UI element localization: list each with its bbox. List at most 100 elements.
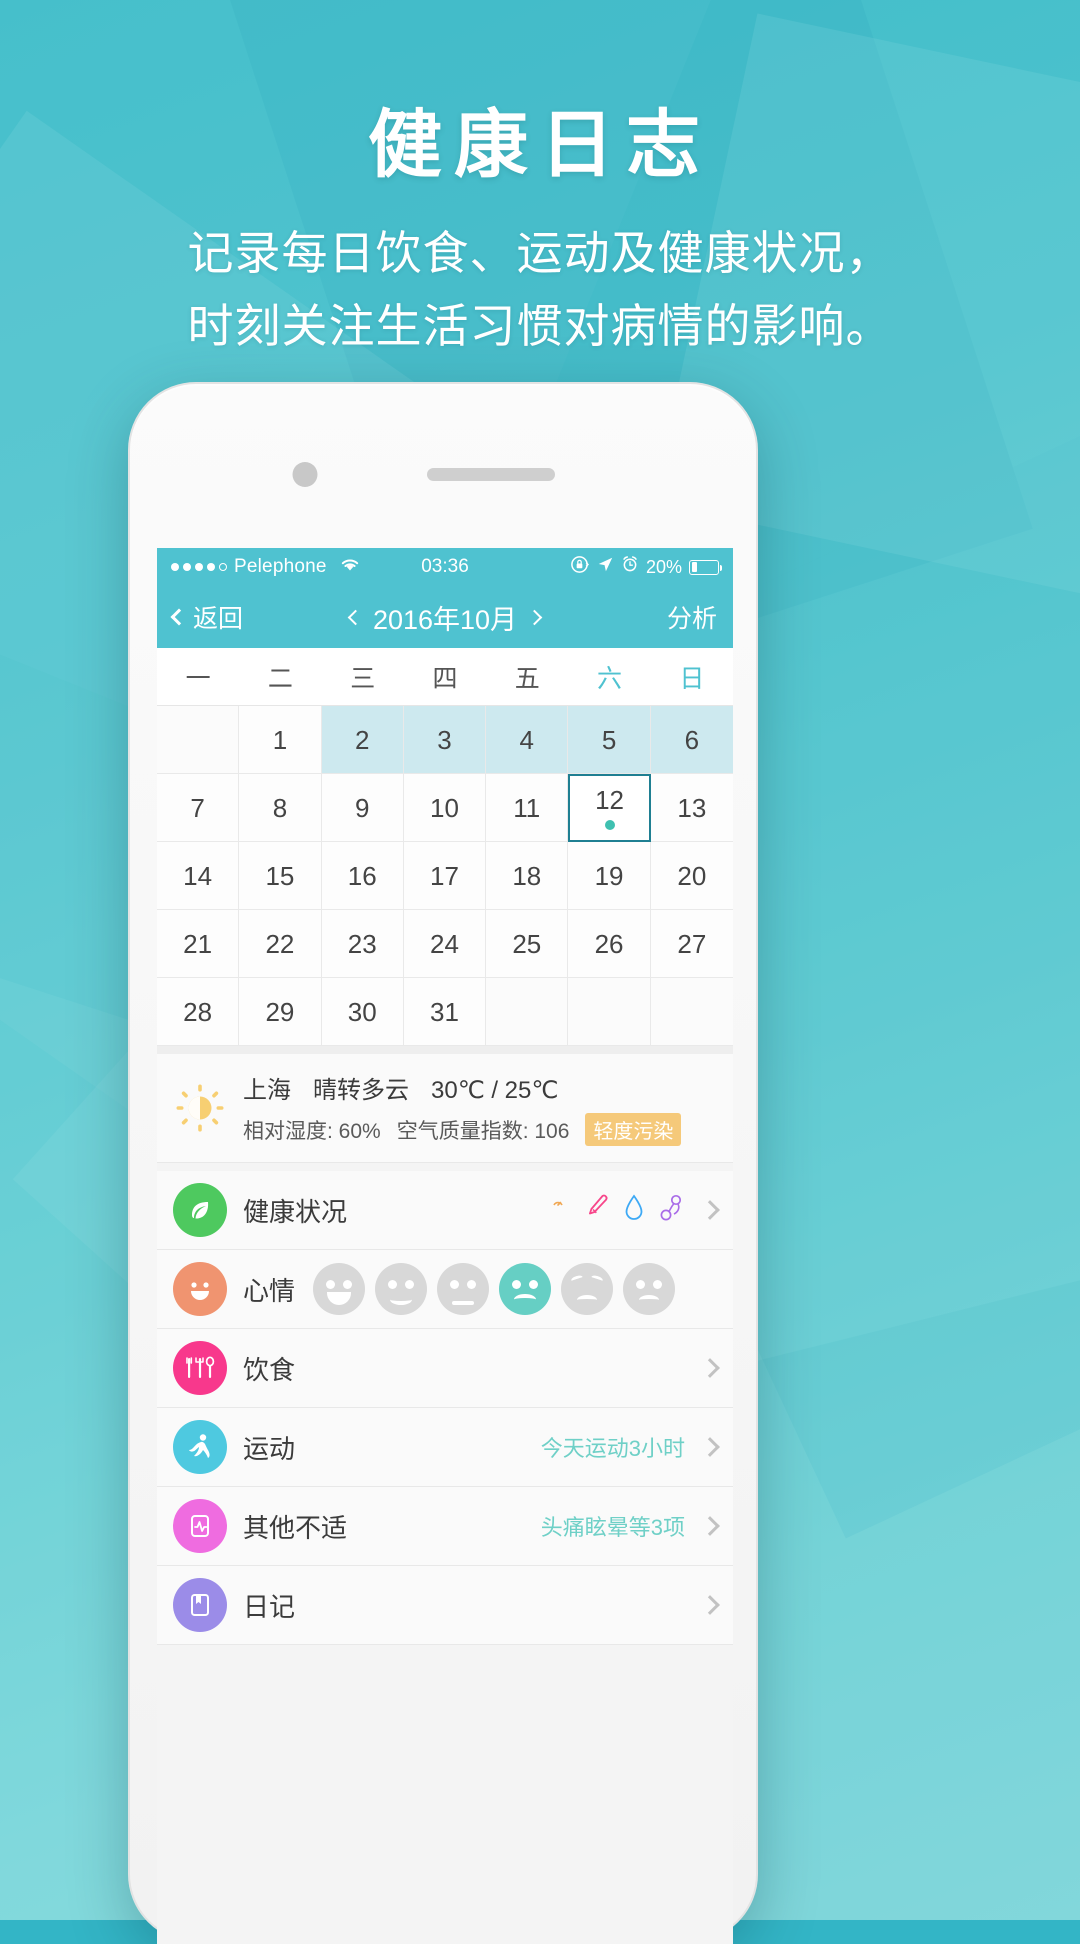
calendar-day-15[interactable]: 15 xyxy=(239,842,322,910)
calendar-day-empty xyxy=(568,978,651,1046)
calendar: 一二三四五六日 1 2 3 4 5 6 7 8 9 10 11 12 13 14 15 16 17 18 19 20 2… xyxy=(157,648,733,1046)
calendar-day-number: 18 xyxy=(512,860,542,891)
weather-secondary-line: 相对湿度: 60% 空气质量指数: 106 轻度污染 xyxy=(243,1113,682,1146)
weekday-label-2: 三 xyxy=(350,664,376,693)
weather-text: 上海 晴转多云 30℃ / 25℃ 相对湿度: 60% 空气质量指数: 106 … xyxy=(243,1070,682,1146)
status-bar: Pelephone 03:36 20% xyxy=(157,548,733,586)
analysis-button[interactable]: 分析 xyxy=(667,599,717,635)
calendar-day-9[interactable]: 9 xyxy=(321,774,404,842)
calendar-day-26[interactable]: 26 xyxy=(568,910,651,978)
calendar-day-8[interactable]: 8 xyxy=(239,774,322,842)
thermometer-icon[interactable] xyxy=(585,1193,609,1228)
calendar-day-5[interactable]: 5 xyxy=(568,706,651,774)
mood-face-smile[interactable] xyxy=(375,1263,428,1315)
sun-cloud-icon xyxy=(173,1081,227,1135)
calendar-day-30[interactable]: 30 xyxy=(321,978,404,1046)
calendar-day-24[interactable]: 24 xyxy=(403,910,487,978)
list-row-right xyxy=(697,1358,720,1378)
calendar-day-22[interactable]: 22 xyxy=(239,910,322,978)
weather-temperature: 30℃ / 25℃ xyxy=(431,1077,559,1104)
calendar-day-number: 22 xyxy=(265,928,295,959)
calendar-day-13[interactable]: 13 xyxy=(650,774,733,842)
mood-face-sad[interactable] xyxy=(499,1263,552,1315)
list-row-mood[interactable]: 心情 xyxy=(157,1250,733,1329)
calendar-day-number: 11 xyxy=(513,792,541,823)
calendar-day-20[interactable]: 20 xyxy=(650,842,733,910)
calendar-day-3[interactable]: 3 xyxy=(403,706,487,774)
water-drop-icon[interactable] xyxy=(623,1193,645,1228)
calendar-day-17[interactable]: 17 xyxy=(403,842,487,910)
calendar-day-28[interactable]: 28 xyxy=(157,978,240,1046)
promo-subtitle-line1: 记录每日饮食、运动及健康状况， xyxy=(187,227,893,279)
list-row-other-discomfort[interactable]: 其他不适 头痛眩晕等3项 xyxy=(157,1487,733,1566)
chevron-right-icon xyxy=(700,1516,720,1536)
mood-face-neutral[interactable] xyxy=(437,1263,490,1315)
weekday-label-5: 六 xyxy=(597,664,623,693)
calendar-day-number: 10 xyxy=(430,792,459,823)
weather-aqi: 空气质量指数: 106 xyxy=(396,1119,570,1143)
rotation-lock-icon xyxy=(570,555,590,580)
blood-pressure-icon[interactable] xyxy=(659,1193,685,1228)
list-row-label: 健康状况 xyxy=(243,1196,348,1227)
cutlery-icon xyxy=(173,1341,227,1395)
calendar-day-6[interactable]: 6 xyxy=(650,706,733,774)
weather-humidity: 相对湿度: 60% xyxy=(243,1119,381,1143)
weight-scale-icon[interactable] xyxy=(545,1193,571,1228)
calendar-day-25[interactable]: 25 xyxy=(486,910,569,978)
promo-subtitle-line2: 时刻关注生活习惯对病情的影响。 xyxy=(187,299,893,352)
calendar-day-29[interactable]: 29 xyxy=(239,978,322,1046)
calendar-day-2[interactable]: 2 xyxy=(321,706,404,774)
phone-mockup: Pelephone 03:36 20% 返回 2016年10月 分析 一 二 三… xyxy=(128,382,758,1944)
battery-percent-label: 20% xyxy=(645,556,682,577)
calendar-day-number: 3 xyxy=(437,724,452,755)
calendar-day-11[interactable]: 11 xyxy=(486,774,569,842)
calendar-day-4[interactable]: 4 xyxy=(486,706,569,774)
mood-face-worried[interactable] xyxy=(623,1263,676,1315)
weather-summary: 上海 晴转多云 30℃ / 25℃ 相对湿度: 60% 空气质量指数: 106 … xyxy=(157,1054,733,1163)
chevron-right-icon xyxy=(700,1595,720,1615)
calendar-day-16[interactable]: 16 xyxy=(321,842,404,910)
calendar-day-31[interactable]: 31 xyxy=(403,978,487,1046)
next-month-button[interactable] xyxy=(526,609,543,625)
calendar-day-18[interactable]: 18 xyxy=(486,842,569,910)
calendar-day-10[interactable]: 10 xyxy=(403,774,487,842)
nav-bar: 返回 2016年10月 分析 xyxy=(157,586,733,648)
calendar-day-21[interactable]: 21 xyxy=(157,910,240,978)
list-row-health-status[interactable]: 健康状况 xyxy=(157,1171,733,1250)
mood-face-happy[interactable] xyxy=(313,1263,366,1315)
weekday-label-6: 日 xyxy=(679,664,705,693)
prev-month-button[interactable] xyxy=(347,609,364,625)
list-row-label: 日记 xyxy=(243,1591,296,1622)
health-metric-icons[interactable] xyxy=(545,1193,685,1228)
list-row-diet[interactable]: 饮食 xyxy=(157,1329,733,1408)
list-row-label: 饮食 xyxy=(243,1354,296,1385)
list-row-body: 健康状况 xyxy=(243,1171,720,1249)
mood-face-crying[interactable] xyxy=(561,1263,614,1315)
calendar-day-23[interactable]: 23 xyxy=(321,910,404,978)
calendar-day-7[interactable]: 7 xyxy=(157,774,240,842)
calendar-day-number: 25 xyxy=(512,928,542,959)
mood-selector[interactable] xyxy=(313,1263,676,1315)
calendar-day-12[interactable]: 12 xyxy=(568,774,651,842)
list-row-diary[interactable]: 日记 xyxy=(157,1566,733,1645)
health-log-list: 健康状况心情饮食运动 今天运动3小时 其他不适 头痛眩晕等3项日记 xyxy=(157,1171,733,1645)
calendar-day-number: 2 xyxy=(354,724,370,755)
signal-strength-icon xyxy=(171,563,227,571)
calendar-day-number: 30 xyxy=(347,996,377,1027)
calendar-day-number: 8 xyxy=(272,792,288,823)
calendar-day-27[interactable]: 27 xyxy=(650,910,733,978)
calendar-day-number: 27 xyxy=(677,928,707,959)
calendar-day-number: 7 xyxy=(190,792,205,823)
calendar-day-1[interactable]: 1 xyxy=(239,706,322,774)
calendar-day-number: 21 xyxy=(183,928,213,959)
calendar-day-19[interactable]: 19 xyxy=(568,842,651,910)
calendar-day-number: 29 xyxy=(265,996,295,1027)
list-row-right xyxy=(545,1193,720,1228)
list-row-right: 今天运动3小时 xyxy=(541,1431,720,1463)
calendar-day-14[interactable]: 14 xyxy=(157,842,240,910)
calendar-weekday-header: 一二三四五六日 xyxy=(157,648,733,706)
weekday-label-1: 二 xyxy=(267,664,293,693)
leaf-icon xyxy=(173,1183,227,1237)
chevron-right-icon xyxy=(700,1437,720,1457)
list-row-exercise[interactable]: 运动 今天运动3小时 xyxy=(157,1408,733,1487)
